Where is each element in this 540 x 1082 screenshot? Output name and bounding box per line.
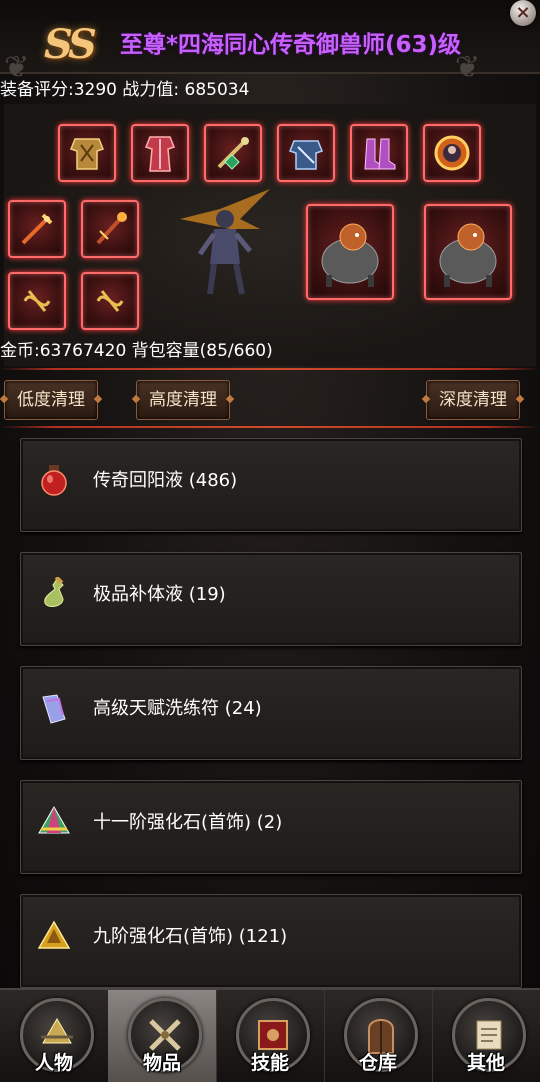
green-potion-icon: [35, 575, 73, 613]
item-name: 十一阶强化石(首饰) (2): [93, 812, 283, 833]
fire-sword-icon: [21, 213, 53, 245]
crimson-robe-icon: [145, 136, 175, 172]
golden-armor-icon: [70, 138, 104, 170]
item-name: 传奇回阳液 (486): [93, 470, 238, 491]
crystal-scroll-icon: [35, 689, 73, 727]
tab-character[interactable]: 人物: [0, 990, 109, 1082]
equip-slot-rune-2[interactable]: [81, 272, 139, 330]
equipment-score: 装备评分:3290 战力值: 685034: [0, 80, 250, 100]
bottom-nav: 人物 物品 技能 仓库 其他: [0, 988, 540, 1082]
high-cleanup-button[interactable]: 高度清理: [136, 380, 230, 420]
vip-badge: SS: [44, 21, 97, 68]
divider: [0, 368, 540, 370]
tab-label: 技能: [250, 1052, 289, 1074]
equip-slot-weapon-jade[interactable]: [204, 124, 262, 182]
hero-figure: [170, 184, 280, 295]
list-item[interactable]: 十一阶强化石(首饰) (2): [20, 780, 522, 874]
tab-other[interactable]: 其他: [432, 990, 540, 1082]
hero-character-icon: [180, 189, 270, 295]
list-item[interactable]: 九阶强化石(首饰) (121): [20, 894, 522, 988]
low-cleanup-button[interactable]: 低度清理: [4, 380, 98, 420]
deep-cleanup-button[interactable]: 深度清理: [426, 380, 520, 420]
tab-label: 仓库: [358, 1052, 397, 1074]
equip-slot-staff[interactable]: [81, 200, 139, 258]
tab-items[interactable]: 物品: [108, 990, 217, 1082]
fire-staff-icon: [96, 212, 127, 245]
equip-slot-sword[interactable]: [8, 200, 66, 258]
jade-weapon-icon: [217, 137, 249, 170]
rainbow-gem-icon: [35, 803, 73, 841]
equip-slot-medallion[interactable]: [423, 124, 481, 182]
bag-window: ❦ ❦ SS 至尊*四海同心传奇御兽师(63)级 × 装备评分:3290 战力值…: [0, 0, 540, 1082]
tab-warehouse[interactable]: 仓库: [324, 990, 433, 1082]
item-name: 九阶强化石(首饰) (121): [93, 926, 288, 947]
equip-slot-boots[interactable]: [350, 124, 408, 182]
equipment-panel: [4, 104, 536, 366]
equip-slot-armor-steel[interactable]: [277, 124, 335, 182]
divider: [0, 426, 540, 428]
equip-slot-mount-2[interactable]: [424, 204, 512, 300]
equip-slot-mount-1[interactable]: [306, 204, 394, 300]
beast-mount-icon: [439, 223, 497, 287]
red-potion-icon: [35, 461, 73, 499]
tab-skills[interactable]: 技能: [216, 990, 325, 1082]
gold-rune-icon: [23, 290, 51, 312]
beast-mount-icon: [321, 223, 379, 287]
equip-slot-rune-1[interactable]: [8, 272, 66, 330]
list-item[interactable]: 传奇回阳液 (486): [20, 438, 522, 532]
item-name: 高级天赋洗练符 (24): [93, 698, 262, 719]
list-item[interactable]: 极品补体液 (19): [20, 552, 522, 646]
steel-armor-icon: [289, 140, 323, 170]
pet-medallion-icon: [434, 135, 470, 171]
item-name: 极品补体液 (19): [93, 584, 226, 605]
equip-slot-robe[interactable]: [131, 124, 189, 182]
character-title: 至尊*四海同心传奇御兽师(63)级: [120, 32, 462, 58]
list-item[interactable]: 高级天赋洗练符 (24): [20, 666, 522, 760]
tab-label: 其他: [466, 1052, 505, 1074]
tab-label: 物品: [142, 1052, 181, 1074]
tab-label: 人物: [34, 1052, 73, 1074]
close-button[interactable]: ×: [510, 0, 536, 26]
purple-boots-icon: [364, 138, 396, 170]
gold-rune-icon: [96, 290, 124, 312]
equip-slot-armor-gold[interactable]: [58, 124, 116, 182]
title-bar: ❦ ❦ SS 至尊*四海同心传奇御兽师(63)级 ×: [0, 0, 540, 85]
item-list[interactable]: 传奇回阳液 (486) 极品补体液 (19) 高级天赋洗练符 (24) 十一阶强…: [0, 432, 540, 988]
gold-and-capacity: 金币:63767420 背包容量(85/660): [0, 341, 273, 361]
gold-gem-icon: [35, 917, 73, 955]
